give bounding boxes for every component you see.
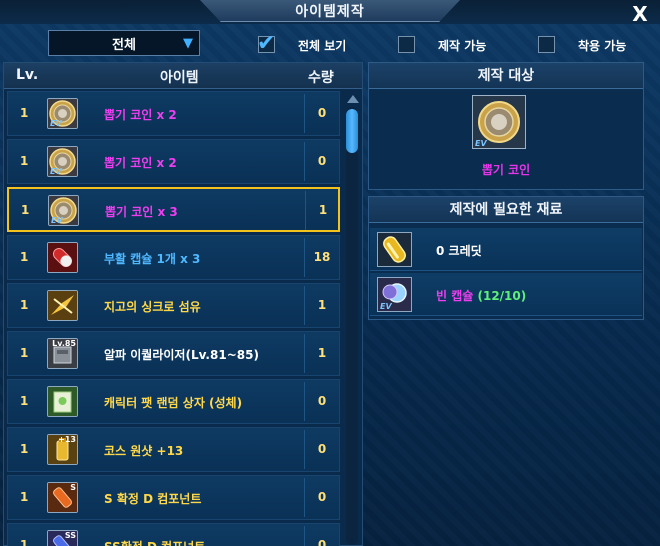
scroll-up-arrow-icon[interactable] — [347, 95, 359, 103]
show-all-checkbox[interactable]: ✔ — [257, 31, 275, 56]
craft-target-name: 뽑기 코인 — [481, 163, 531, 177]
category-dropdown-value: 전체 — [112, 37, 136, 53]
item-row[interactable]: 1 EV 뽑기 코인 x 2 0 — [7, 139, 340, 184]
item-list-header: Lv. 아이템 수량 — [4, 63, 362, 89]
coin-icon: EV — [47, 146, 78, 177]
item-badge: Lv.85 — [52, 339, 76, 348]
item-row[interactable]: 1 +13 코스 원샷 +13 0 — [7, 427, 340, 472]
item-name: 뽑기 코인 x 3 — [105, 205, 178, 219]
item-row[interactable]: 1 지고의 싱크로 섬유 1 — [7, 283, 340, 328]
item-level: 1 — [20, 538, 29, 546]
dropdown-arrow-icon: ▼ — [183, 36, 193, 51]
item-level: 1 — [20, 394, 29, 408]
item-quantity: 0 — [317, 106, 327, 120]
item-quantity: 1 — [317, 346, 327, 360]
column-header-item: 아이템 — [160, 70, 199, 86]
item-row[interactable]: 1 EV 뽑기 코인 x 3 1 — [7, 187, 340, 232]
item-level: 1 — [20, 250, 29, 264]
ev-mark: EV — [475, 139, 487, 148]
empty-capsule-icon: EV — [377, 277, 412, 312]
material-name-credit: 0 크레딧 — [436, 244, 482, 258]
wearable-label: 착용 가능 — [578, 39, 627, 53]
alpha-equalizer-icon: Lv.85 — [47, 338, 78, 369]
item-name: 캐릭터 팻 랜덤 상자 (성체) — [104, 396, 243, 410]
scroll-track[interactable] — [346, 107, 358, 545]
item-quantity: 0 — [317, 538, 327, 546]
item-badge: SS — [64, 531, 76, 540]
item-row[interactable]: 1 EV 뽑기 코인 x 2 0 — [7, 91, 340, 136]
category-dropdown[interactable]: 전체 ▼ — [48, 30, 200, 56]
column-header-lv: Lv. — [16, 67, 39, 83]
item-quantity: 0 — [317, 154, 327, 168]
item-list: 1 EV 뽑기 코인 x 2 0 1 EV 뽑기 코인 x 2 0 1 EV 뽑기 코인 x 311… — [7, 91, 340, 546]
scrollbar[interactable] — [344, 95, 360, 545]
item-quantity: 1 — [318, 203, 328, 217]
pet-box-icon — [47, 386, 78, 417]
material-row-credit: 0 크레딧 — [370, 228, 642, 271]
item-name: 뽑기 코인 x 2 — [104, 108, 177, 122]
item-list-panel: Lv. 아이템 수량 1 EV 뽑기 코인 x 2 0 1 EV 뽑기 코인 x 2 0 1 EV… — [3, 62, 363, 546]
ev-mark: EV — [50, 167, 62, 176]
item-row[interactable]: 1 부활 캡슐 1개 x 3 18 — [7, 235, 340, 280]
revive-capsule-icon — [47, 242, 78, 273]
item-row[interactable]: 1 S S 확정 D 컴포넌트 0 — [7, 475, 340, 520]
component-s-icon: S — [47, 482, 78, 513]
materials-header: 제작에 필요한 재료 — [369, 197, 643, 223]
item-name: 뽑기 코인 x 2 — [104, 156, 177, 170]
show-all-label: 전체 보기 — [298, 39, 347, 53]
craftable-label: 제작 가능 — [438, 39, 487, 53]
component-ss-icon: SS — [47, 530, 78, 546]
materials-panel: 제작에 필요한 재료 0 크레딧 EV 빈 캡슐 (12/10) — [368, 196, 644, 320]
item-level: 1 — [20, 346, 29, 360]
item-badge: S — [70, 483, 76, 492]
item-name: S 확정 D 컴포넌트 — [104, 492, 202, 506]
item-quantity: 0 — [317, 442, 327, 456]
item-name: 지고의 싱크로 섬유 — [104, 300, 201, 314]
craftable-checkbox[interactable] — [398, 36, 415, 53]
ev-mark: EV — [51, 216, 63, 225]
item-level: 1 — [20, 106, 29, 120]
item-level: 1 — [21, 203, 30, 217]
item-level: 1 — [20, 490, 29, 504]
craft-target-header: 제작 대상 — [369, 63, 643, 89]
costume-oneshot-icon: +13 — [47, 434, 78, 465]
checkmark-icon: ✔ — [257, 31, 276, 56]
item-name: 코스 원샷 +13 — [104, 444, 184, 458]
item-row[interactable]: 1 캐릭터 팻 랜덤 상자 (성체) 0 — [7, 379, 340, 424]
material-row-capsule: EV 빈 캡슐 (12/10) — [370, 273, 642, 316]
item-quantity: 1 — [317, 298, 327, 312]
scroll-thumb[interactable] — [346, 109, 358, 153]
coin-icon: EV — [48, 195, 79, 226]
close-button[interactable]: X — [630, 4, 650, 24]
craft-target-panel: 제작 대상 EV 뽑기 코인 — [368, 62, 644, 190]
wearable-checkbox[interactable] — [538, 36, 555, 53]
window-title: 아이템제작 — [295, 4, 365, 20]
capsule-name-text: 빈 캡슐 (12/10) — [436, 289, 527, 303]
item-badge: +13 — [58, 435, 76, 444]
item-quantity: 18 — [313, 250, 331, 264]
item-quantity: 0 — [317, 490, 327, 504]
item-row[interactable]: 1 Lv.85 알파 이퀄라이저(Lv.81~85) 1 — [7, 331, 340, 376]
ev-mark: EV — [50, 119, 62, 128]
item-level: 1 — [20, 154, 29, 168]
credit-icon — [377, 232, 412, 267]
synchro-fiber-icon — [47, 290, 78, 321]
ev-mark: EV — [380, 302, 392, 311]
item-level: 1 — [20, 298, 29, 312]
item-row[interactable]: 1 SS SS확정 D 컴포넌트 0 — [7, 523, 340, 546]
crafting-window: 아이템제작 X 전체 ▼ ✔ 전체 보기 제작 가능 착용 가능 Lv. 아이템… — [0, 0, 660, 546]
coin-icon: EV — [47, 98, 78, 129]
material-name-capsule: 빈 캡슐 (12/10) — [436, 287, 526, 304]
item-name: 부활 캡슐 1개 x 3 — [104, 252, 201, 266]
item-name: 알파 이퀄라이저(Lv.81~85) — [104, 348, 259, 362]
item-level: 1 — [20, 442, 29, 456]
column-header-qty: 수량 — [308, 70, 334, 86]
item-quantity: 0 — [317, 394, 327, 408]
coin-icon: EV — [472, 95, 526, 149]
item-name: SS확정 D 컴포넌트 — [104, 538, 205, 546]
